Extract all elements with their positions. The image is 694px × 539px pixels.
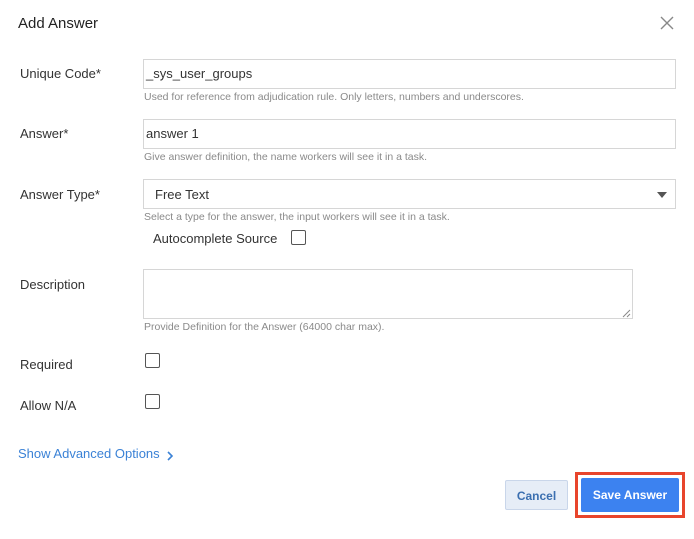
answer-label: Answer* (20, 126, 69, 141)
description-help: Provide Definition for the Answer (64000… (144, 321, 385, 333)
answer-type-value: Free Text (155, 187, 209, 202)
unique-code-label: Unique Code* (20, 66, 101, 81)
allow-na-checkbox[interactable] (145, 394, 160, 409)
close-icon[interactable] (660, 16, 676, 32)
required-label: Required (20, 357, 73, 372)
unique-code-input[interactable]: _sys_user_groups (143, 59, 676, 89)
allow-na-label: Allow N/A (20, 398, 77, 413)
autocomplete-source-checkbox[interactable] (291, 230, 306, 245)
description-label: Description (20, 277, 86, 292)
answer-type-label: Answer Type* (20, 187, 100, 202)
show-advanced-options-link[interactable]: Show Advanced Options (18, 446, 160, 461)
cancel-button[interactable]: Cancel (505, 480, 568, 510)
caret-down-icon (657, 192, 667, 198)
required-checkbox[interactable] (145, 353, 160, 368)
answer-help: Give answer definition, the name workers… (144, 151, 428, 163)
answer-type-select[interactable]: Free Text (143, 179, 676, 209)
answer-type-help: Select a type for the answer, the input … (144, 211, 450, 223)
dialog-title: Add Answer (18, 15, 99, 32)
chevron-right-icon[interactable] (165, 449, 175, 461)
save-answer-button[interactable]: Save Answer (581, 478, 679, 512)
resize-grip-icon[interactable] (620, 305, 631, 318)
description-textarea[interactable] (143, 269, 633, 319)
add-answer-dialog: Add Answer Unique Code* _sys_user_groups… (0, 0, 694, 539)
autocomplete-source-label: Autocomplete Source (153, 231, 278, 246)
unique-code-help: Used for reference from adjudication rul… (144, 91, 524, 103)
answer-input[interactable]: answer 1 (143, 119, 676, 149)
